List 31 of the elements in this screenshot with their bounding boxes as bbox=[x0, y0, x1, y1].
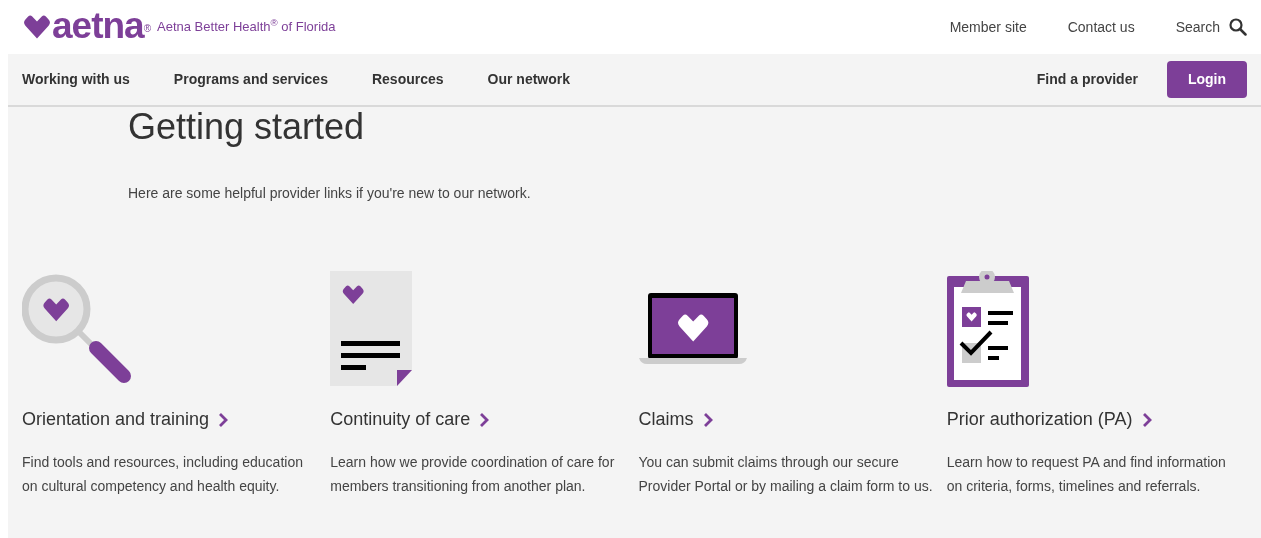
chevron-right-icon bbox=[1141, 411, 1152, 428]
nav-item[interactable]: Working with us bbox=[22, 69, 130, 90]
header-link[interactable]: Contact us bbox=[1067, 16, 1135, 38]
card-link[interactable]: Continuity of care bbox=[330, 406, 490, 433]
card-link[interactable]: Claims bbox=[638, 406, 713, 433]
magnifier-heart-icon bbox=[22, 272, 132, 385]
search-icon[interactable] bbox=[1229, 18, 1247, 36]
card-link[interactable]: Orientation and training bbox=[22, 406, 229, 433]
nav-item[interactable]: Resources bbox=[371, 69, 444, 90]
intro-text: Here are some helpful provider links if you're new to our network. bbox=[128, 184, 532, 203]
nav-item[interactable]: Our network bbox=[487, 69, 570, 90]
card-description: Find tools and resources, including education on cultural competency and health equity. bbox=[22, 453, 304, 496]
search-link[interactable]: Search bbox=[1175, 16, 1220, 38]
header-link[interactable]: Member site bbox=[949, 16, 1027, 38]
card-description: Learn how to request PA and find information on criteria, forms, timelines and referrals. bbox=[946, 453, 1227, 496]
card-link[interactable]: Prior authorization (PA) bbox=[946, 406, 1152, 433]
find-provider-link[interactable]: Find a provider bbox=[1036, 69, 1138, 90]
chevron-right-icon bbox=[218, 411, 229, 428]
site-tagline: Aetna Better Health$^{®}$ of Florida bbox=[157, 17, 336, 37]
nav-item[interactable]: Programs and services bbox=[173, 69, 328, 90]
card-description: Learn how we provide coordination of care for members transitioning from another plan. bbox=[330, 453, 616, 496]
chevron-right-icon bbox=[479, 411, 490, 428]
page-title: Getting started bbox=[128, 107, 366, 145]
registered-mark: ® bbox=[143, 22, 152, 34]
card-description: You can submit claims through our secure Provider Portal or by mailing a claim form to us. bbox=[638, 453, 933, 496]
clipboard-checklist-icon bbox=[946, 270, 1029, 387]
login-button[interactable]: Login bbox=[1166, 61, 1247, 98]
laptop-heart-icon bbox=[638, 292, 747, 365]
aetna-wordmark[interactable]: aetna bbox=[52, 6, 144, 44]
chevron-right-icon bbox=[702, 411, 713, 428]
heart-logo-icon bbox=[22, 13, 52, 41]
